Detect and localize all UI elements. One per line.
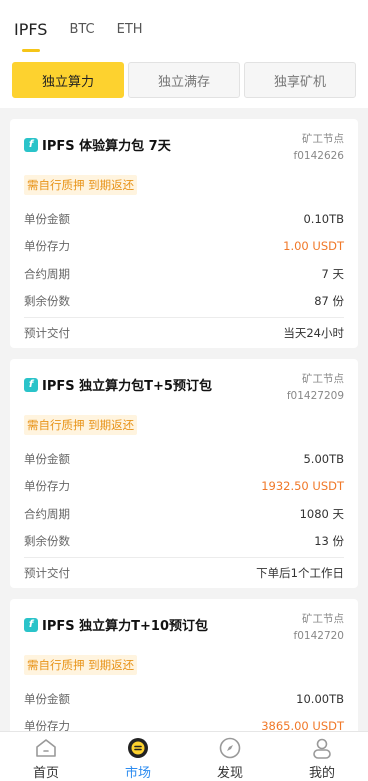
nav-market[interactable]: 市场 [92,732,184,781]
row-key: 剩余份数 [24,294,70,309]
price-value: 1.00 USDT [283,239,344,254]
nav-discover[interactable]: 发现 [184,732,276,781]
miner-node-id: f0142626 [293,150,344,162]
user-icon [313,738,331,759]
row-remaining-shares: 剩余份数 13 份 [24,528,344,556]
row-key: 剩余份数 [24,534,70,549]
top-tab-bar: IPFS BTC ETH [0,0,368,52]
miner-node: 矿工节点 f0142720 [294,611,344,645]
home-icon [36,739,56,757]
row-key: 预计交付 [24,326,70,340]
bottom-nav: 首页 市场 发现 我的 [0,731,368,781]
row-key: 预计交付 [24,566,70,580]
price-value: 1932.50 USDT [261,479,344,494]
row-contract-period: 合约周期 1080 天 [24,500,344,528]
tab-btc[interactable]: BTC [69,20,94,52]
row-contract-period: 合约周期 7 天 [24,260,344,288]
product-list: f IPFS 体验算力包 7天 矿工节点 f0142626 需自行质押 到期返还… [0,108,368,740]
row-unit-amount: 单份金额 0.10TB [24,205,344,233]
row-key: 单份金额 [24,211,70,226]
pledge-badge: 需自行质押 到期返还 [24,415,138,435]
row-key: 合约周期 [24,266,70,281]
row-remaining-shares: 剩余份数 87 份 [24,288,344,316]
miner-node-label: 矿工节点 [302,613,344,625]
filecoin-icon: f [24,137,38,152]
row-unit-price: 单份存力 1.00 USDT [24,233,344,261]
nav-market-label: 市场 [124,766,151,781]
product-title: IPFS 体验算力包 7天 [42,139,171,154]
product-card[interactable]: f IPFS 体验算力包 7天 矿工节点 f0142626 需自行质押 到期返还… [10,119,358,348]
market-coin-icon [128,738,148,758]
miner-node-label: 矿工节点 [302,373,344,385]
filecoin-icon: f [24,617,38,632]
product-title: IPFS 独立算力包T+5预订包 [42,379,212,394]
row-unit-price: 单份存力 1932.50 USDT [24,473,344,501]
product-card[interactable]: f IPFS 独立算力T+10预订包 矿工节点 f0142720 需自行质押 到… [10,599,358,740]
row-key: 合约周期 [24,506,70,521]
miner-node: 矿工节点 f01427209 [287,371,344,405]
row-key: 单份存力 [24,479,70,494]
tab-ipfs[interactable]: IPFS [14,20,47,52]
nav-mine[interactable]: 我的 [276,732,368,781]
nav-discover-label: 发现 [216,766,243,781]
row-key: 单份金额 [24,451,70,466]
tab-eth[interactable]: ETH [117,20,143,52]
row-value: 10.00TB [296,691,344,706]
product-title: IPFS 独立算力T+10预订包 [42,619,208,634]
row-expected-delivery: 预计交付 当天24小时 [24,317,344,348]
segment-independent-full-storage[interactable]: 独立满存 [128,62,240,98]
nav-home[interactable]: 首页 [0,732,92,781]
miner-node-label: 矿工节点 [302,133,344,145]
compass-icon [219,737,241,759]
nav-home-label: 首页 [32,766,59,781]
row-key: 单份存力 [24,239,70,254]
row-key: 单份金额 [24,691,70,706]
segment-independent-power[interactable]: 独立算力 [12,62,124,98]
category-segment-bar: 独立算力 独立满存 独享矿机 [0,52,368,108]
row-value: 0.10TB [303,211,344,226]
filecoin-icon: f [24,377,38,392]
product-card[interactable]: f IPFS 独立算力包T+5预订包 矿工节点 f01427209 需自行质押 … [10,359,358,588]
row-value: 5.00TB [303,451,344,466]
row-value: 13 份 [314,534,344,549]
pledge-badge: 需自行质押 到期返还 [24,175,138,195]
row-value: 当天24小时 [283,326,344,340]
row-value: 7 天 [321,266,344,281]
segment-exclusive-miner[interactable]: 独享矿机 [244,62,356,98]
row-value: 下单后1个工作日 [256,566,344,580]
row-expected-delivery: 预计交付 下单后1个工作日 [24,557,344,588]
row-unit-amount: 单份金额 5.00TB [24,445,344,473]
miner-node: 矿工节点 f0142626 [294,131,344,165]
miner-node-id: f0142720 [293,630,344,642]
row-unit-amount: 单份金额 10.00TB [24,685,344,713]
row-value: 1080 天 [299,506,344,521]
row-value: 87 份 [314,294,344,309]
nav-mine-label: 我的 [308,766,335,781]
miner-node-id: f01427209 [286,390,344,402]
pledge-badge: 需自行质押 到期返还 [24,655,138,675]
